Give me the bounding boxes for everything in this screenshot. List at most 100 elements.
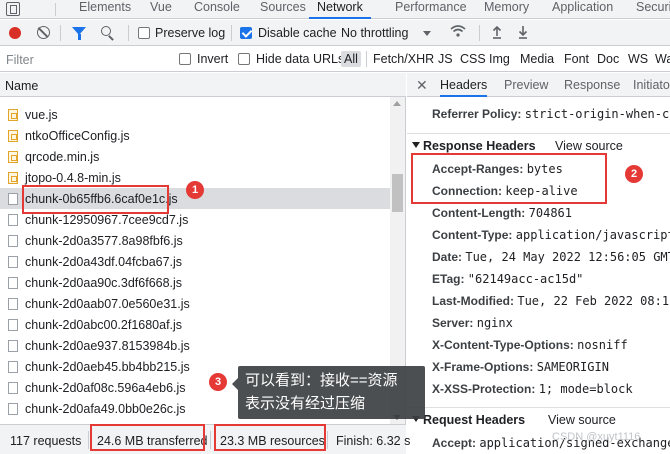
annotation-box-resources bbox=[214, 424, 326, 451]
watermark: CSDN @xuyt1116 bbox=[552, 431, 641, 443]
file-icon bbox=[8, 256, 18, 268]
clear-icon[interactable] bbox=[37, 26, 50, 39]
filter-type-js[interactable]: JS bbox=[438, 52, 453, 66]
file-icon bbox=[8, 361, 18, 373]
filter-type-doc[interactable]: Doc bbox=[597, 52, 619, 66]
list-item[interactable]: chunk-2d0abc00.2f1680af.js bbox=[0, 314, 390, 335]
name-column-header[interactable]: Name bbox=[0, 73, 406, 97]
tab-console[interactable]: Console bbox=[194, 0, 240, 19]
list-item[interactable]: chunk-2d0a3577.8a98fbf6.js bbox=[0, 230, 390, 251]
preserve-log-checkbox[interactable] bbox=[138, 27, 150, 39]
throttling-select[interactable]: No throttling bbox=[341, 26, 408, 40]
tab-initiator[interactable]: Initiator bbox=[633, 78, 670, 92]
section-title: Response Headers bbox=[423, 139, 536, 153]
view-source-link[interactable]: View source bbox=[555, 139, 623, 153]
request-name: chunk-2d0a43df.04fcba67.js bbox=[25, 255, 183, 269]
invert-checkbox[interactable] bbox=[179, 53, 191, 65]
filter-funnel-icon[interactable] bbox=[72, 27, 86, 40]
header-key: X-XSS-Protection: bbox=[432, 382, 536, 396]
filter-type-media[interactable]: Media bbox=[520, 52, 554, 66]
view-source-link[interactable]: View source bbox=[548, 413, 616, 427]
annotation-callout: 可以看到：接收==资源 表示没有经过压缩 bbox=[232, 366, 425, 419]
request-name: qrcode.min.js bbox=[25, 150, 100, 164]
devtools-panel-tabbar: Elements Vue Console Sources Network Per… bbox=[0, 0, 670, 19]
list-item[interactable]: chunk-2d0a43df.04fcba67.js bbox=[0, 251, 390, 272]
request-count: 117 requests bbox=[10, 434, 82, 448]
request-name: vue.js bbox=[25, 108, 58, 122]
header-row: ETag: "62149acc-ac15d" bbox=[432, 272, 670, 294]
filter-bar: Filter Invert Hide data URLs All Fetch/X… bbox=[0, 47, 670, 72]
filter-input[interactable]: Filter bbox=[6, 53, 34, 67]
list-item[interactable]: ntkoOfficeConfig.js bbox=[0, 125, 390, 146]
filter-type-ws[interactable]: WS bbox=[628, 52, 648, 66]
file-icon bbox=[8, 235, 18, 247]
tab-security[interactable]: Securi bbox=[636, 0, 670, 19]
header-value: SAMEORIGIN bbox=[536, 360, 609, 374]
search-icon[interactable] bbox=[101, 26, 111, 36]
tab-application[interactable]: Application bbox=[552, 0, 613, 19]
filter-divider bbox=[366, 51, 367, 67]
dock-side-icon[interactable] bbox=[6, 2, 20, 16]
header-row: Content-Type: application/javascript bbox=[432, 228, 670, 250]
filter-type-wasm[interactable]: Wa bbox=[655, 52, 670, 66]
tab-sources[interactable]: Sources bbox=[260, 0, 306, 19]
scroll-up-icon[interactable] bbox=[393, 101, 401, 106]
request-name: chunk-2d0afa49.0bb0e26c.js bbox=[25, 402, 186, 416]
tab-memory[interactable]: Memory bbox=[484, 0, 529, 19]
hide-data-urls-checkbox[interactable] bbox=[238, 53, 250, 65]
export-har-icon[interactable] bbox=[518, 25, 528, 39]
annotation-badge: 1 bbox=[186, 181, 204, 199]
tab-response[interactable]: Response bbox=[564, 78, 620, 92]
toolbar-divider bbox=[128, 25, 129, 41]
list-item[interactable]: chunk-2d0aa90c.3df6f668.js bbox=[0, 272, 390, 293]
tab-preview[interactable]: Preview bbox=[504, 78, 548, 92]
annotation-badge: 2 bbox=[625, 165, 643, 183]
header-row: Server: nginx bbox=[432, 316, 670, 338]
name-header-label: Name bbox=[5, 79, 39, 93]
header-row: Date: Tue, 24 May 2022 12:56:05 GMT bbox=[432, 250, 670, 272]
header-value: 1; mode=block bbox=[538, 382, 633, 396]
request-name: jtopo-0.4.8-min.js bbox=[25, 171, 121, 185]
scrollbar-thumb[interactable] bbox=[392, 174, 403, 212]
finish-time: Finish: 6.32 s bbox=[336, 434, 411, 448]
file-icon bbox=[8, 193, 18, 205]
list-item[interactable]: chunk-2d0aab07.0e560e31.js bbox=[0, 293, 390, 314]
file-icon bbox=[8, 340, 18, 352]
chevron-down-icon bbox=[423, 31, 431, 36]
network-conditions-icon[interactable] bbox=[450, 25, 466, 37]
tab-elements[interactable]: Elements bbox=[79, 0, 131, 19]
filter-type-css[interactable]: CSS bbox=[460, 52, 486, 66]
section-title: Request Headers bbox=[423, 413, 526, 427]
list-item[interactable]: qrcode.min.js bbox=[0, 146, 390, 167]
callout-line: 可以看到：接收==资源 bbox=[245, 372, 398, 389]
tabbar-divider bbox=[55, 3, 56, 16]
header-row: X-Content-Type-Options: nosniff bbox=[432, 338, 670, 360]
file-icon bbox=[8, 319, 18, 331]
hide-data-urls-label: Hide data URLs bbox=[256, 52, 345, 66]
import-har-icon[interactable] bbox=[492, 25, 502, 39]
filter-type-img[interactable]: Img bbox=[489, 52, 510, 66]
preserve-log-label: Preserve log bbox=[155, 26, 226, 40]
request-name: ntkoOfficeConfig.js bbox=[25, 129, 130, 143]
filter-type-font[interactable]: Font bbox=[564, 52, 589, 66]
tab-performance[interactable]: Performance bbox=[395, 0, 467, 19]
tab-headers[interactable]: Headers bbox=[440, 78, 488, 97]
header-key: Content-Type: bbox=[432, 228, 513, 242]
list-item[interactable]: chunk-2d0ae937.8153984b.js bbox=[0, 335, 390, 356]
disable-cache-checkbox[interactable] bbox=[240, 27, 252, 39]
tab-vue[interactable]: Vue bbox=[150, 0, 172, 19]
status-divider bbox=[88, 431, 89, 449]
list-item[interactable]: vue.js bbox=[0, 104, 390, 125]
js-file-icon bbox=[8, 109, 18, 121]
header-value: nginx bbox=[476, 316, 513, 330]
request-headers-section[interactable]: Request Headers View source bbox=[407, 407, 670, 430]
tab-network[interactable]: Network bbox=[309, 0, 371, 19]
filter-type-all[interactable]: All bbox=[341, 51, 361, 67]
annotation-box-transferred bbox=[90, 424, 205, 451]
close-icon[interactable]: ✕ bbox=[416, 77, 428, 94]
header-key: Content-Length: bbox=[432, 206, 526, 220]
file-icon bbox=[8, 277, 18, 289]
filter-type-xhr[interactable]: Fetch/XHR bbox=[373, 52, 434, 66]
toolbar-divider bbox=[479, 25, 480, 41]
record-icon[interactable] bbox=[9, 27, 21, 39]
